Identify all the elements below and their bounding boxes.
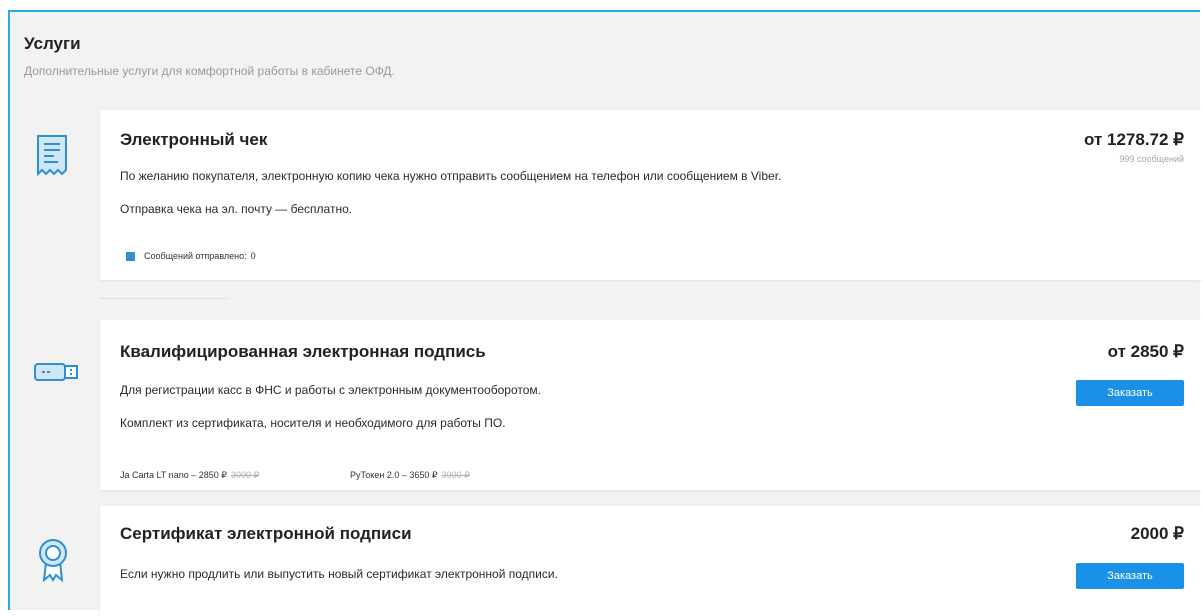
divider <box>100 298 228 299</box>
page-subtitle: Дополнительные услуги для комфортной раб… <box>24 64 395 78</box>
receipt-icon <box>36 134 68 181</box>
service-title: Электронный чек <box>120 130 268 149</box>
option-item: РуТокен 2.0 – 3650 ₽3900 ₽ <box>350 465 470 483</box>
order-button[interactable]: Заказать <box>1076 380 1184 406</box>
option-label: Ja Carta LT nano – 2850 ₽ <box>120 470 227 480</box>
service-price: от 1278.72 ₽ <box>1084 130 1184 149</box>
usb-token-icon <box>34 362 80 387</box>
order-button[interactable]: Заказать <box>1076 563 1184 589</box>
service-description: Если нужно продлить или выпустить новый … <box>120 567 558 581</box>
service-title: Квалифицированная электронная подпись <box>120 342 486 361</box>
option-label: РуТокен 2.0 – 3650 ₽ <box>350 470 438 480</box>
page-title: Услуги <box>24 34 81 53</box>
service-price: 2000 ₽ <box>1130 524 1184 543</box>
option-item: Ja Carta LT nano – 2850 ₽3000 ₽ <box>120 465 259 483</box>
message-counter: Сообщений отправлено: 0 <box>126 251 256 261</box>
service-price-note: 999 сообщений <box>1119 154 1184 164</box>
service-description: По желанию покупателя, электронную копию… <box>120 169 782 183</box>
service-card-certificate: Сертификат электронной подписи 2000 ₽ За… <box>100 506 1202 616</box>
service-description: Отправка чека на эл. почту — бесплатно. <box>120 202 353 216</box>
counter-value: 0 <box>250 251 256 261</box>
service-title: Сертификат электронной подписи <box>120 524 412 543</box>
service-price: от 2850 ₽ <box>1107 342 1184 361</box>
counter-label: Сообщений отправлено: <box>144 251 247 261</box>
service-card-signature: Квалифицированная электронная подпись от… <box>100 320 1202 490</box>
certificate-badge-icon <box>38 538 68 587</box>
counter-square-icon <box>126 251 135 261</box>
option-old-price: 3000 ₽ <box>230 470 260 480</box>
service-description: Для регистрации касс в ФНС и работы с эл… <box>120 383 541 397</box>
option-old-price: 3900 ₽ <box>441 470 470 480</box>
service-description: Комплект из сертификата, носителя и необ… <box>120 416 506 430</box>
service-card-receipt: Электронный чек от 1278.72 ₽ 999 сообщен… <box>100 110 1202 280</box>
